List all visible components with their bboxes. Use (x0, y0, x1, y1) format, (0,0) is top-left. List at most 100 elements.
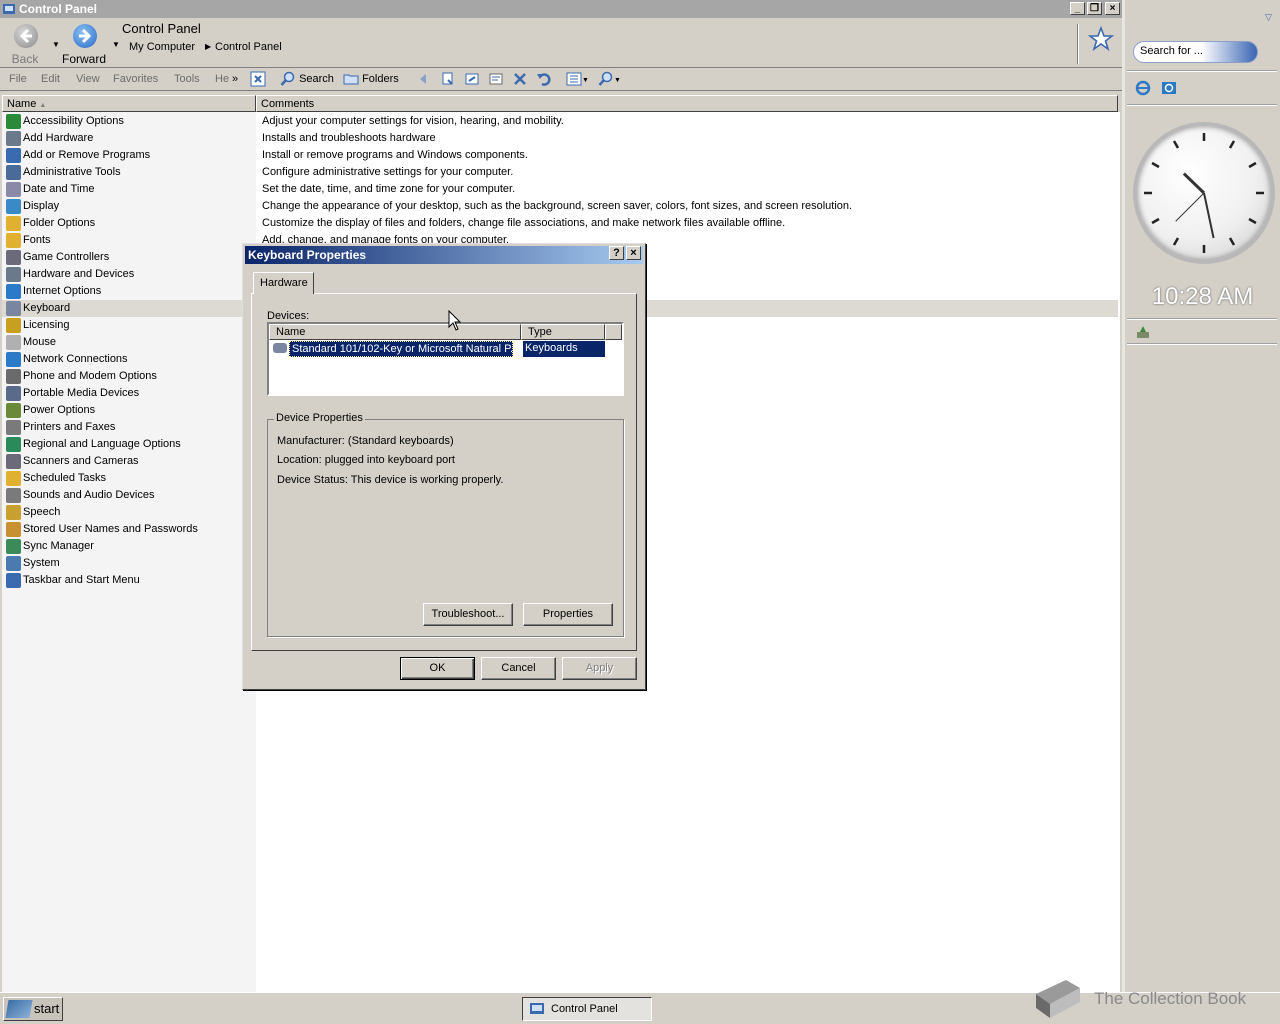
media-device-icon (6, 386, 21, 401)
item-name: Portable Media Devices (23, 387, 140, 399)
devices-column-type[interactable]: Type (521, 324, 605, 340)
item-name: Scheduled Tasks (23, 472, 106, 484)
network-status-icon[interactable] (1135, 324, 1151, 340)
move-to-button[interactable] (416, 71, 432, 89)
move-to-icon (420, 74, 426, 84)
dialog-help-button[interactable]: ? (609, 246, 624, 260)
breadcrumb-control-panel[interactable]: Control Panel (215, 41, 282, 53)
start-button[interactable]: start (3, 997, 63, 1021)
item-name: Hardware and Devices (23, 268, 135, 280)
minimize-button[interactable]: _ (1070, 2, 1085, 15)
share-icon (465, 73, 479, 85)
sidebar-menu-icon[interactable]: ▽ (1265, 12, 1272, 23)
clock-icon (6, 182, 21, 197)
item-name: Sync Manager (23, 540, 94, 552)
item-name: Printers and Faxes (23, 421, 116, 433)
taskbar-item-control-panel[interactable]: Control Panel (522, 997, 652, 1021)
item-name: Internet Options (23, 285, 102, 297)
stop-icon (250, 71, 266, 87)
delete-icon (514, 73, 526, 85)
mouse-icon (6, 335, 21, 350)
menu-tools[interactable]: Tools (174, 73, 200, 85)
tasks-folder-icon (6, 471, 21, 486)
device-row[interactable]: Standard 101/102-Key or Microsoft Natura… (271, 341, 605, 357)
keyboard-properties-dialog: Keyboard Properties ? × Hardware Devices… (242, 243, 646, 690)
list-item[interactable]: Add or Remove Programs Install or remove … (2, 147, 1118, 164)
copy-to-icon (442, 72, 453, 85)
column-header-comments[interactable]: Comments (256, 95, 1118, 112)
title-bar[interactable]: Control Panel _ ❐ × (0, 0, 1122, 18)
device-properties-button[interactable]: Properties (523, 603, 613, 626)
network-icon (6, 352, 21, 367)
delete-button[interactable] (512, 71, 528, 89)
troubleshoot-button[interactable]: Troubleshoot... (423, 603, 513, 626)
stop-button[interactable] (250, 71, 266, 89)
favorites-star-icon[interactable] (1088, 26, 1114, 52)
undo-button[interactable] (536, 71, 552, 89)
list-item[interactable]: Add Hardware Installs and troubleshoots h… (2, 130, 1118, 147)
item-comment: Adjust your computer settings for vision… (262, 115, 564, 127)
share-button[interactable] (464, 71, 480, 89)
digital-time: 10:28 AM (1151, 283, 1254, 310)
item-name: Add or Remove Programs (23, 149, 151, 161)
menu-edit[interactable]: Edit (41, 73, 60, 85)
globe-icon (6, 437, 21, 452)
item-comment: Installs and troubleshoots hardware (262, 132, 436, 144)
sync-icon (6, 539, 21, 554)
column-header-name[interactable]: Name ▲ (2, 95, 256, 112)
item-name: Date and Time (23, 183, 95, 195)
internet-explorer-icon[interactable] (1135, 80, 1151, 96)
watermark-text: The Collection Book (1094, 989, 1247, 1008)
location-text: Location: plugged into keyboard port (277, 454, 455, 466)
clock-tick (1228, 140, 1236, 149)
fonts-icon (6, 233, 21, 248)
back-dropdown-icon[interactable]: ▼ (52, 40, 60, 49)
search-button[interactable]: Search (280, 71, 334, 89)
cancel-button[interactable]: Cancel (481, 657, 556, 680)
list-item[interactable]: Accessibility Options Adjust your compute… (2, 113, 1118, 130)
forward-button[interactable]: Forward (61, 22, 107, 66)
hour-hand (1182, 172, 1206, 195)
breadcrumb-my-computer[interactable]: My Computer (129, 41, 195, 53)
item-name: Stored User Names and Passwords (23, 523, 198, 535)
menu-file[interactable]: File (9, 73, 27, 85)
copy-to-button[interactable] (440, 71, 456, 89)
list-item[interactable]: Date and Time Set the date, time, and tim… (2, 181, 1118, 198)
menu-view[interactable]: View (76, 73, 100, 85)
clock-tick (1248, 161, 1257, 169)
restore-button[interactable]: ❐ (1087, 2, 1102, 15)
list-item[interactable]: Display Change the appearance of your des… (2, 198, 1118, 215)
sidebar-divider (1127, 318, 1277, 320)
clock-tick (1151, 217, 1160, 225)
outlook-icon[interactable] (1161, 80, 1177, 96)
power-icon (6, 403, 21, 418)
views-button[interactable]: ▼ (566, 71, 589, 89)
folders-button[interactable]: Folders (343, 71, 399, 89)
dialog-title-bar[interactable]: Keyboard Properties (245, 246, 643, 264)
list-item[interactable]: Folder Options Customize the display of f… (2, 215, 1118, 232)
item-name: Folder Options (23, 217, 96, 229)
close-button[interactable]: × (1105, 2, 1120, 15)
list-item[interactable]: Administrative Tools Configure administra… (2, 164, 1118, 181)
menu-overflow-icon[interactable]: » (232, 73, 238, 85)
forward-dropdown-icon[interactable]: ▼ (112, 40, 120, 49)
back-button[interactable]: Back (2, 22, 48, 66)
item-name: Mouse (23, 336, 57, 348)
search-icon (280, 71, 295, 86)
find-button[interactable]: ▼ (598, 71, 621, 89)
sidebar-search-input[interactable]: Search for ... (1133, 41, 1258, 63)
dialog-close-button[interactable]: × (626, 246, 641, 260)
menu-bar: File Edit View Favorites Tools He » Sear… (0, 69, 1122, 91)
apply-button[interactable]: Apply (562, 657, 637, 680)
address-bar: Back ▼ Forward ▼ Control Panel My Comput… (0, 18, 1122, 68)
tab-hardware[interactable]: Hardware (253, 272, 314, 294)
manufacturer-text: Manufacturer: (Standard keyboards) (277, 435, 454, 447)
properties-toolbar-button[interactable] (488, 71, 504, 89)
item-name: Accessibility Options (23, 115, 124, 127)
devices-column-name[interactable]: Name (269, 324, 521, 340)
item-name: Display (23, 200, 60, 212)
ok-button[interactable]: OK (400, 657, 475, 680)
menu-help[interactable]: He (215, 73, 229, 85)
window-title: Control Panel (19, 2, 98, 16)
menu-favorites[interactable]: Favorites (113, 73, 158, 85)
